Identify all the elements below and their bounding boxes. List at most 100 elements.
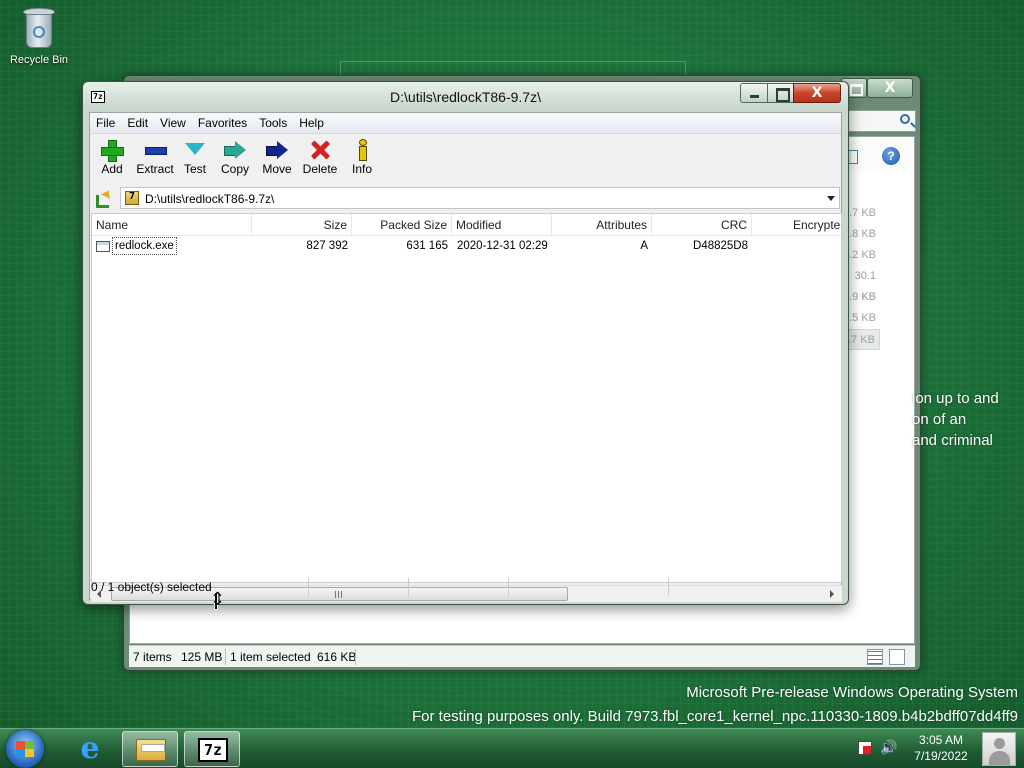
sevenzip-window[interactable]: 7z D:\utils\redlockT86-9.7z\ X File Edit V… — [82, 81, 849, 605]
cell-crc: D48825D8 — [693, 240, 748, 252]
windows-logo-icon — [16, 741, 34, 757]
status-segment — [309, 578, 409, 596]
info-icon — [350, 139, 374, 161]
file-icon — [96, 241, 110, 252]
address-combo[interactable]: D:\utils\redlockT86-9.7z\ — [120, 187, 840, 209]
delete-button[interactable]: Delete — [299, 137, 341, 181]
resize-cursor-icon — [210, 589, 225, 613]
details-view-icon[interactable] — [867, 649, 883, 665]
recycle-bin-label: Recycle Bin — [9, 54, 69, 66]
test-icon — [183, 139, 207, 161]
table-row[interactable]: redlock.exe 827 392 631 165 2020-12-31 0… — [92, 236, 841, 256]
column-name[interactable]: Name — [92, 214, 252, 236]
status-bar: 0 / 1 object(s) selected — [89, 576, 842, 598]
explorer-selected-size: 616 KB — [317, 650, 357, 664]
status-segment — [509, 578, 669, 596]
column-attributes[interactable]: Attributes — [552, 214, 652, 236]
system-tray: 🔊 3:05 AM 7/19/2022 — [844, 729, 1024, 768]
explorer-selected-count: 1 item selected — [230, 650, 311, 664]
explorer-total-size: 125 MB — [181, 650, 223, 664]
taskbar-file-explorer[interactable] — [122, 731, 178, 767]
folder-icon — [136, 739, 166, 761]
move-icon — [265, 139, 289, 161]
partial-text-line: on of an — [912, 411, 967, 428]
tiles-view-icon[interactable] — [889, 649, 905, 665]
copy-icon — [223, 139, 247, 161]
clock[interactable]: 3:05 AM 7/19/2022 — [906, 732, 976, 764]
column-crc[interactable]: CRC — [652, 214, 752, 236]
taskbar-7zip[interactable]: 7z — [184, 731, 240, 767]
sevenzip-client-area: File Edit View Favorites Tools Help Add Extra… — [89, 112, 842, 602]
menu-file[interactable]: File — [90, 113, 121, 134]
test-label: Test — [183, 162, 206, 176]
address-path: D:\utils\redlockT86-9.7z\ — [145, 192, 275, 206]
cell-packed-size: 631 165 — [406, 240, 448, 252]
add-icon — [100, 139, 124, 162]
info-button[interactable]: Info — [346, 137, 378, 181]
column-packed-size[interactable]: Packed Size — [352, 214, 452, 236]
explorer-search-box[interactable] — [840, 110, 916, 132]
extract-icon — [143, 139, 167, 161]
menu-edit[interactable]: Edit — [121, 113, 154, 134]
start-button[interactable] — [6, 730, 44, 768]
watermark-line1: Microsoft Pre-release Windows Operating … — [686, 684, 1018, 701]
cell-size: 827 392 — [306, 240, 348, 252]
partial-text-line: ion up to and — [912, 390, 999, 407]
add-button[interactable]: Add — [94, 137, 130, 181]
action-center-icon[interactable] — [858, 741, 872, 755]
explorer-close-button[interactable]: X — [867, 78, 913, 98]
copy-label: Copy — [220, 162, 249, 176]
address-bar: D:\utils\redlockT86-9.7z\ — [90, 185, 841, 211]
internet-explorer-icon: e — [80, 731, 100, 766]
column-modified[interactable]: Modified — [452, 214, 552, 236]
move-button[interactable]: Move — [257, 137, 297, 181]
sevenzip-icon: 7z — [198, 738, 228, 762]
taskbar-internet-explorer[interactable]: e — [62, 731, 118, 767]
menu-tools[interactable]: Tools — [253, 113, 293, 134]
move-label: Move — [262, 162, 292, 176]
menu-view[interactable]: View — [154, 113, 192, 134]
copy-button[interactable]: Copy — [216, 137, 254, 181]
title-bar[interactable]: 7z D:\utils\redlockT86-9.7z\ X — [83, 82, 848, 110]
add-label: Add — [101, 162, 123, 176]
minimize-button[interactable] — [740, 83, 768, 103]
selection-status: 0 / 1 object(s) selected — [89, 578, 309, 596]
dropdown-arrow-icon[interactable] — [827, 196, 835, 201]
column-size[interactable]: Size — [252, 214, 352, 236]
cell-attributes: A — [640, 240, 648, 252]
info-label: Info — [351, 162, 372, 176]
list-header: Name Size Packed Size Modified Attribute… — [92, 214, 841, 236]
window-title: D:\utils\redlockT86-9.7z\ — [390, 89, 541, 105]
close-button[interactable]: X — [793, 83, 841, 103]
test-button[interactable]: Test — [178, 137, 212, 181]
search-icon[interactable] — [900, 114, 910, 124]
extract-button[interactable]: Extract — [132, 137, 178, 181]
taskbar: e 7z 🔊 3:05 AM 7/19/2022 — [0, 728, 1024, 768]
explorer-item-count: 7 items — [133, 650, 172, 664]
partial-text-line: and criminal — [912, 432, 993, 449]
volume-icon[interactable]: 🔊 — [880, 741, 897, 755]
recycle-bin[interactable]: Recycle Bin — [6, 6, 72, 66]
delete-icon — [308, 139, 332, 161]
explorer-toolbar-right: ? — [840, 140, 912, 170]
cell-modified: 2020-12-31 02:29 — [457, 240, 548, 252]
user-avatar-icon[interactable] — [982, 732, 1016, 766]
menu-favorites[interactable]: Favorites — [192, 113, 253, 134]
extract-label: Extract — [136, 162, 174, 176]
column-encrypted[interactable]: Encrypted — [752, 214, 841, 236]
status-segment — [409, 578, 509, 596]
file-name[interactable]: redlock.exe — [112, 237, 177, 255]
menu-bar: File Edit View Favorites Tools Help — [90, 113, 841, 134]
recycle-bin-icon — [21, 6, 57, 50]
help-icon[interactable]: ? — [882, 147, 900, 165]
watermark-line2: For testing purposes only. Build 7973.fb… — [411, 708, 1018, 725]
clock-date: 7/19/2022 — [914, 749, 968, 763]
up-folder-icon[interactable] — [94, 189, 112, 208]
clock-time: 3:05 AM — [918, 733, 964, 747]
maximize-button[interactable] — [767, 83, 794, 103]
archive-icon — [125, 191, 139, 205]
explorer-status-bar: 7 items 125 MB 1 item selected 616 KB — [129, 645, 915, 667]
menu-help[interactable]: Help — [293, 113, 330, 134]
view-switcher[interactable] — [867, 649, 907, 665]
file-list[interactable]: Name Size Packed Size Modified Attribute… — [91, 213, 842, 583]
